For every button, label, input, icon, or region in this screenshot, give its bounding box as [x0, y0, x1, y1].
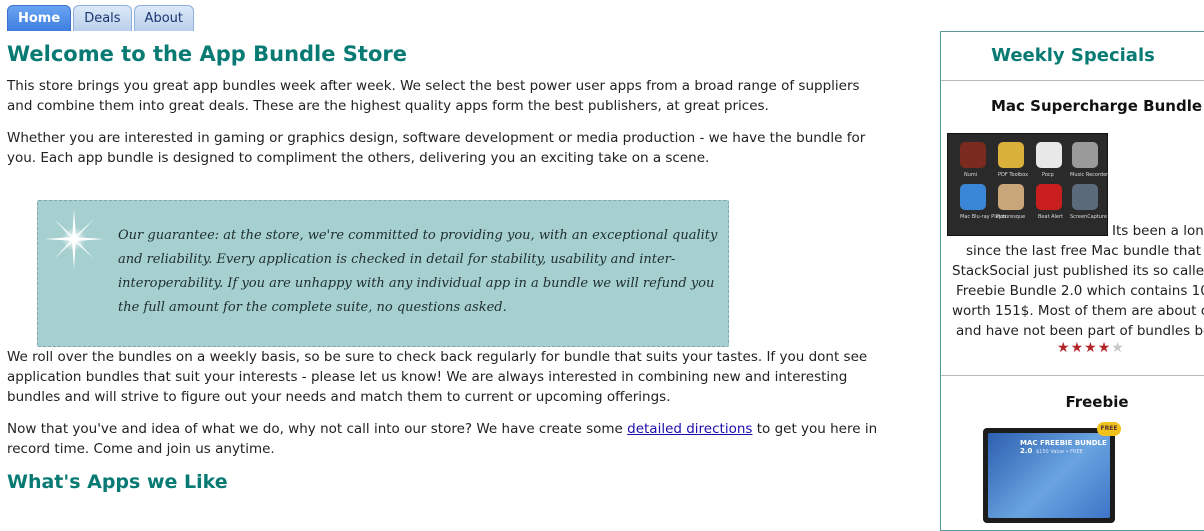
nav-tabs: Home Deals About — [7, 5, 194, 31]
app-label: ScreenCapture — [1070, 214, 1108, 220]
app-label: Pocp — [1042, 172, 1054, 178]
directions-paragraph: Now that you've and idea of what we do, … — [7, 419, 882, 459]
app-label: Music Recorder — [1070, 172, 1109, 178]
app-label: Beat Alert — [1038, 214, 1064, 220]
sidebar-title: Weekly Specials — [941, 32, 1204, 81]
intro-paragraph: This store brings you great app bundles … — [7, 78, 860, 114]
offer-desc-line: Freebie Bundle 2.0 which contains 10 — [956, 283, 1204, 299]
offer-freebie-title[interactable]: Freebie — [941, 393, 1204, 411]
sparkle-icon — [44, 209, 104, 269]
guarantee-callout: Our guarantee: at the store, we're commi… — [37, 200, 729, 347]
tab-about[interactable]: About — [133, 5, 194, 31]
freebie-bundle-image[interactable]: MAC FREEBIE BUNDLE 2.0 $150 Value • FREE… — [983, 422, 1121, 523]
star-icon: ★ — [1111, 340, 1125, 356]
half-star-icon: ★ — [1097, 340, 1112, 356]
offer-divider — [941, 375, 1204, 376]
app-icon — [1072, 142, 1098, 168]
star-icon: ★ — [1057, 340, 1071, 356]
rating-stars: ★★★★★ — [1057, 340, 1125, 356]
offer-desc-line: and have not been part of bundles be — [956, 323, 1204, 339]
weekly-specials-sidebar: Weekly Specials Mac Supercharge Bundle N… — [940, 31, 1204, 531]
app-icon — [960, 184, 986, 210]
offer-desc-line: worth 151$. Most of them are about c — [952, 303, 1204, 319]
apps-we-like-heading: What's Apps we Like — [7, 471, 228, 493]
star-icon: ★ — [1084, 340, 1098, 356]
app-label: Picturesque — [996, 214, 1026, 220]
rollover-paragraph: We roll over the bundles on a weekly bas… — [7, 349, 868, 405]
free-badge: FREE — [1097, 422, 1121, 436]
offer-desc-line: since the last free Mac bundle that — [966, 243, 1202, 259]
app-icon — [998, 142, 1024, 168]
freebie-screen: MAC FREEBIE BUNDLE 2.0 $150 Value • FREE — [988, 433, 1110, 518]
star-icon: ★ — [1070, 340, 1085, 356]
freebie-image-subtitle: $150 Value • FREE — [1036, 449, 1083, 455]
offer-desc-line: Its been a lon — [1112, 223, 1204, 239]
bundle-thumbnail[interactable]: Numi PDF Toolbox Pocp Music Recorder Mac… — [947, 133, 1108, 236]
app-label: PDF Toolbox — [998, 172, 1029, 178]
offer-desc-line: StackSocial just published its so calle — [952, 263, 1204, 279]
offer-title[interactable]: Mac Supercharge Bundle — [991, 97, 1202, 115]
directions-text-before: Now that you've and idea of what we do, … — [7, 421, 628, 437]
tab-home[interactable]: Home — [7, 5, 72, 31]
main-content: Welcome to the App Bundle Store This sto… — [7, 38, 882, 493]
interest-paragraph: Whether you are interested in gaming or … — [7, 130, 866, 166]
app-icon — [1036, 142, 1062, 168]
app-icon — [1036, 184, 1062, 210]
app-icon — [960, 142, 986, 168]
directions-link[interactable]: detailed directions — [627, 421, 752, 437]
tab-deals[interactable]: Deals — [73, 5, 132, 31]
guarantee-text: Our guarantee: at the store, we're commi… — [118, 228, 718, 315]
page-title: Welcome to the App Bundle Store — [7, 42, 407, 66]
app-icon — [998, 184, 1024, 210]
app-label: Numi — [964, 172, 978, 178]
app-icon — [1072, 184, 1098, 210]
